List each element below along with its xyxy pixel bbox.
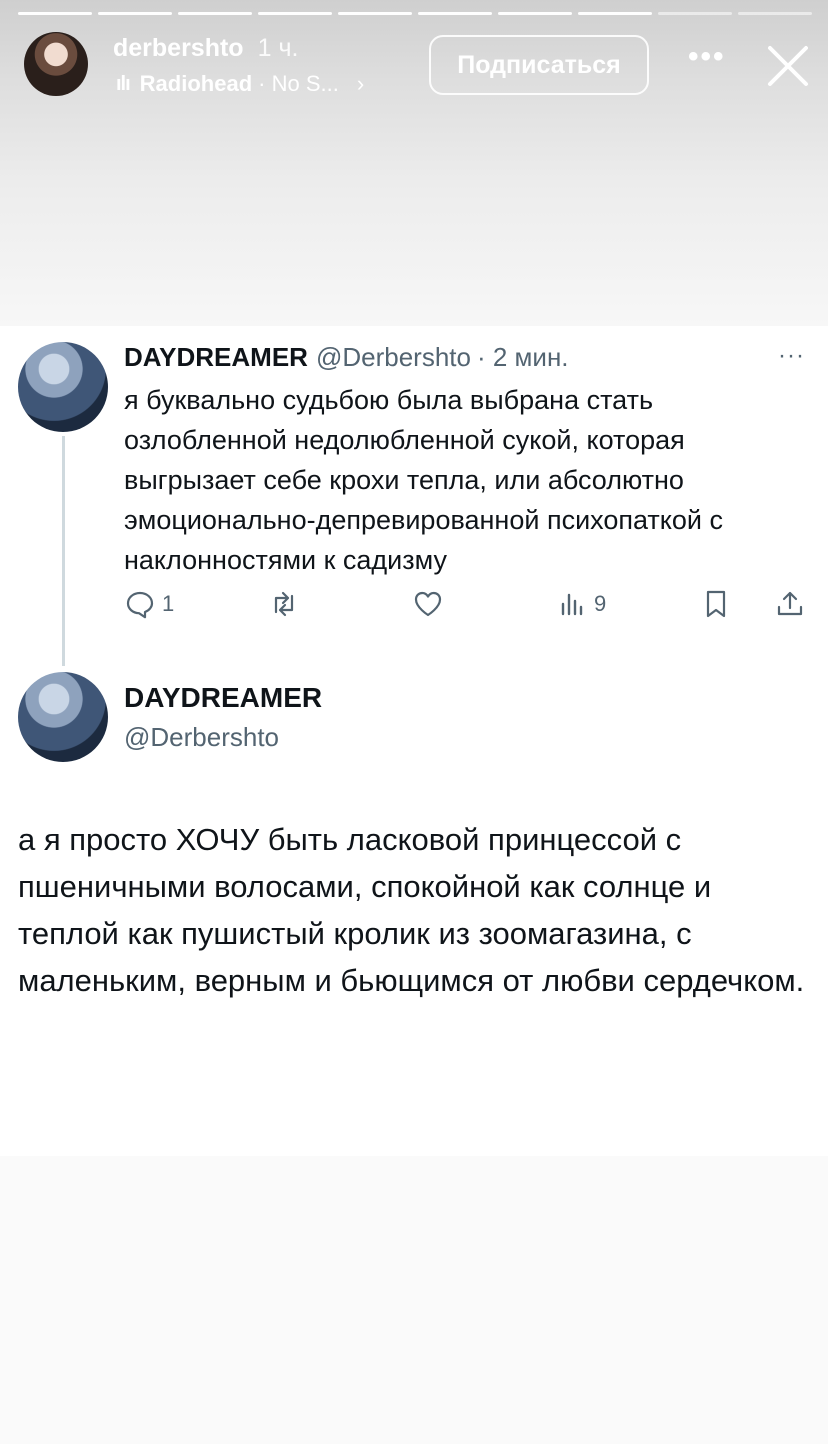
heart-icon (414, 591, 442, 617)
tweet1-avatar[interactable] (18, 342, 108, 432)
story-progress-segment (658, 12, 732, 15)
story-progress-segment (178, 12, 252, 15)
story-progress-segment (738, 12, 812, 15)
tweet1-header: DAYDREAMER @Derbershto · 2 мин. (124, 342, 569, 373)
tweet1-actions: 1 9 (124, 588, 814, 628)
music-song: · No S... (258, 71, 339, 96)
tweet2-name[interactable]: DAYDREAMER (124, 682, 322, 714)
story-avatar[interactable] (24, 32, 88, 96)
views-button[interactable]: 9 (556, 588, 606, 620)
tweet2-avatar[interactable] (18, 672, 108, 762)
story-progress-segment (338, 12, 412, 15)
story-progress-segment (418, 12, 492, 15)
story-user-line[interactable]: derbershto 1 ч. (113, 34, 298, 63)
tweet2-text: а я просто ХОЧУ быть ласковой принцессой… (18, 822, 805, 998)
reply-icon (126, 591, 154, 619)
story-progress-bar (18, 12, 812, 15)
retweet-button[interactable] (268, 588, 306, 620)
story-header-area: derbershto 1 ч. ılı Radiohead · No S... ›… (0, 0, 828, 326)
story-time: 1 ч. (257, 34, 299, 62)
tweet2-handle[interactable]: @Derbershto (124, 722, 279, 753)
close-icon[interactable] (764, 42, 812, 90)
thread-line (62, 436, 65, 666)
tweet1-name[interactable]: DAYDREAMER (124, 342, 308, 372)
story-progress-segment (498, 12, 572, 15)
chevron-right-icon: › (356, 71, 365, 96)
story-music-link[interactable]: ılı Radiohead · No S... › (116, 71, 364, 97)
share-button[interactable] (774, 588, 806, 620)
music-bars-icon: ılı (116, 72, 131, 95)
tweet1-more-icon[interactable]: ··· (778, 342, 805, 370)
story-username[interactable]: derbershto (113, 34, 244, 62)
story-progress-segment (18, 12, 92, 15)
views-count: 9 (594, 591, 607, 616)
bookmark-button[interactable] (700, 588, 732, 620)
bookmark-icon (706, 590, 726, 618)
story-progress-segment (578, 12, 652, 15)
like-button[interactable] (412, 588, 450, 620)
tweet1-time: · 2 мин. (476, 342, 569, 372)
follow-button[interactable]: Подписаться (429, 35, 649, 95)
more-icon[interactable]: ••• (688, 40, 726, 74)
story-bottom-area (0, 1156, 828, 1444)
story-progress-segment (98, 12, 172, 15)
views-icon (561, 593, 583, 616)
music-artist: Radiohead (139, 71, 253, 96)
retweet-icon (274, 591, 294, 617)
reply-button[interactable]: 1 (124, 588, 174, 620)
tweet1-handle[interactable]: @Derbershto (316, 342, 471, 372)
share-icon (777, 591, 803, 616)
tweet-screenshot-card: DAYDREAMER @Derbershto · 2 мин. ··· я букв… (0, 326, 828, 1156)
reply-count: 1 (162, 591, 175, 616)
story-progress-segment (258, 12, 332, 15)
tweet1-text: я буквально судьбою была выбрана стать о… (124, 385, 723, 575)
